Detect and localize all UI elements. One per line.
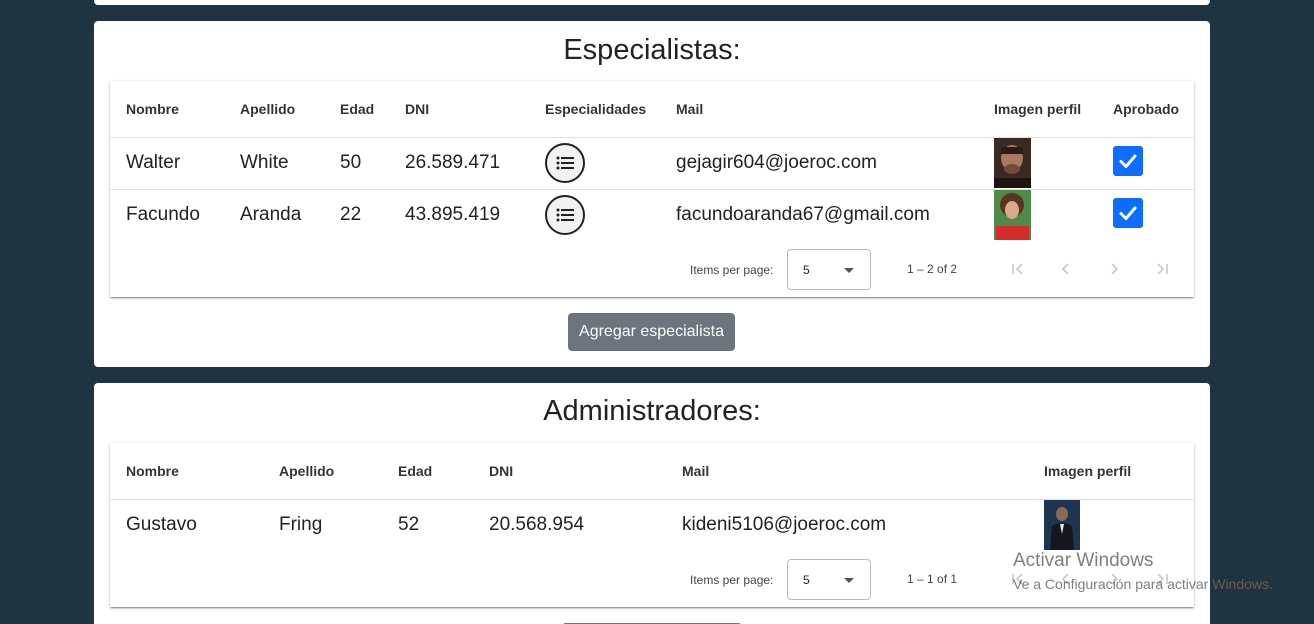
cell-aprobado	[1113, 189, 1194, 241]
table-row: Facundo Aranda 22 43.895.419 facundoaran…	[110, 189, 1194, 241]
list-icon	[556, 208, 574, 222]
cell-apellido: Fring	[279, 513, 323, 535]
col-header-dni[interactable]: DNI	[489, 443, 682, 500]
cell-dni: 20.568.954	[489, 513, 585, 535]
page-size-select[interactable]: 5	[787, 249, 871, 290]
items-per-page-label: Items per page:	[690, 573, 774, 587]
page-size-value: 5	[803, 573, 810, 587]
col-header-edad[interactable]: Edad	[398, 443, 489, 500]
cell-mail: gejagir604@joeroc.com	[676, 137, 994, 190]
col-header-nombre[interactable]: Nombre	[110, 81, 240, 138]
paginator: Items per page: 5 1 – 1 of 1	[110, 551, 1194, 607]
especialidades-button[interactable]	[545, 195, 585, 236]
add-especialista-button[interactable]: Agregar especialista	[568, 313, 735, 351]
check-icon	[1119, 154, 1137, 168]
cell-apellido: Aranda	[240, 204, 302, 226]
col-header-mail[interactable]: Mail	[682, 443, 1044, 500]
especialistas-card: Especialistas: Nombre Apellido Edad DNI …	[94, 21, 1210, 367]
col-header-apellido[interactable]: Apellido	[240, 81, 340, 138]
cell-nombre: Gustavo	[126, 513, 197, 535]
profile-image	[1044, 499, 1080, 550]
page-size-value: 5	[803, 263, 810, 277]
cell-especialidades	[545, 189, 676, 241]
col-header-aprobado[interactable]: Aprobado	[1113, 81, 1194, 138]
cell-dni: 26.589.471	[405, 137, 545, 190]
table-row: Gustavo Fring 52 20.568.954 kideni5106@j…	[110, 499, 1194, 550]
cell-apellido: White	[240, 137, 340, 190]
paginator: Items per page: 5 1 – 2 of 2	[110, 241, 1194, 297]
cell-imagen	[994, 137, 1113, 190]
page-range-label: 1 – 1 of 1	[907, 572, 958, 586]
prev-page-icon	[1061, 263, 1069, 275]
first-page-button[interactable]	[1004, 255, 1032, 283]
dropdown-arrow-icon	[844, 268, 854, 273]
profile-image	[994, 138, 1031, 188]
col-header-dni[interactable]: DNI	[405, 81, 545, 138]
col-header-nombre[interactable]: Nombre	[110, 443, 279, 500]
table-header-row: Nombre Apellido Edad DNI Mail Imagen per…	[110, 443, 1194, 500]
dropdown-arrow-icon	[844, 578, 854, 583]
cell-mail: facundoaranda67@gmail.com	[676, 204, 930, 226]
especialidades-button[interactable]	[545, 143, 585, 183]
cell-dni: 43.895.419	[405, 204, 501, 226]
administradores-title: Administradores:	[543, 395, 761, 427]
check-icon	[1119, 206, 1137, 220]
especialistas-title: Especialistas:	[563, 34, 741, 66]
cell-edad: 52	[398, 513, 420, 535]
previous-card	[94, 0, 1210, 5]
cell-imagen	[994, 189, 1113, 241]
last-page-button[interactable]	[1148, 565, 1176, 593]
cell-nombre: Walter	[110, 137, 240, 190]
next-page-button[interactable]	[1100, 565, 1128, 593]
page-size-select[interactable]: 5	[787, 559, 871, 600]
last-page-icon	[1157, 263, 1168, 275]
table-row: Walter White 50 26.589.471 gejagir604@jo…	[110, 137, 1194, 190]
prev-page-button[interactable]	[1052, 255, 1080, 283]
first-page-button[interactable]	[1004, 565, 1032, 593]
list-icon	[556, 156, 574, 170]
especialistas-table: Nombre Apellido Edad DNI Especialidades …	[110, 81, 1194, 241]
col-header-especialidades[interactable]: Especialidades	[545, 81, 676, 138]
last-page-icon	[1157, 573, 1168, 585]
especialistas-table-panel: Nombre Apellido Edad DNI Especialidades …	[110, 81, 1194, 297]
col-header-apellido[interactable]: Apellido	[279, 443, 398, 500]
cell-mail: kideni5106@joeroc.com	[682, 513, 887, 535]
administradores-table-panel: Nombre Apellido Edad DNI Mail Imagen per…	[110, 443, 1194, 607]
cell-edad: 22	[340, 204, 362, 226]
items-per-page-label: Items per page:	[690, 263, 774, 277]
col-header-imagen[interactable]: Imagen perfil	[994, 81, 1113, 138]
table-header-row: Nombre Apellido Edad DNI Especialidades …	[110, 81, 1194, 138]
prev-page-button[interactable]	[1052, 565, 1080, 593]
aprobado-checkbox[interactable]	[1113, 197, 1143, 228]
col-header-edad[interactable]: Edad	[340, 81, 405, 138]
cell-aprobado	[1113, 137, 1194, 190]
next-page-icon	[1111, 263, 1119, 275]
next-page-button[interactable]	[1100, 255, 1128, 283]
cell-imagen	[1044, 499, 1194, 550]
col-header-mail[interactable]: Mail	[676, 81, 994, 138]
aprobado-checkbox[interactable]	[1113, 145, 1143, 176]
administradores-card: Administradores: Nombre Apellido Edad DN…	[94, 383, 1210, 624]
first-page-icon	[1012, 573, 1023, 585]
cell-especialidades	[545, 137, 676, 190]
prev-page-icon	[1061, 573, 1069, 585]
last-page-button[interactable]	[1148, 255, 1176, 283]
cell-edad: 50	[340, 137, 405, 190]
profile-image	[994, 190, 1031, 241]
administradores-table: Nombre Apellido Edad DNI Mail Imagen per…	[110, 443, 1194, 550]
next-page-icon	[1111, 573, 1119, 585]
first-page-icon	[1012, 263, 1023, 275]
col-header-imagen[interactable]: Imagen perfil	[1044, 443, 1194, 500]
page-range-label: 1 – 2 of 2	[907, 262, 958, 276]
cell-nombre: Facundo	[126, 204, 200, 226]
